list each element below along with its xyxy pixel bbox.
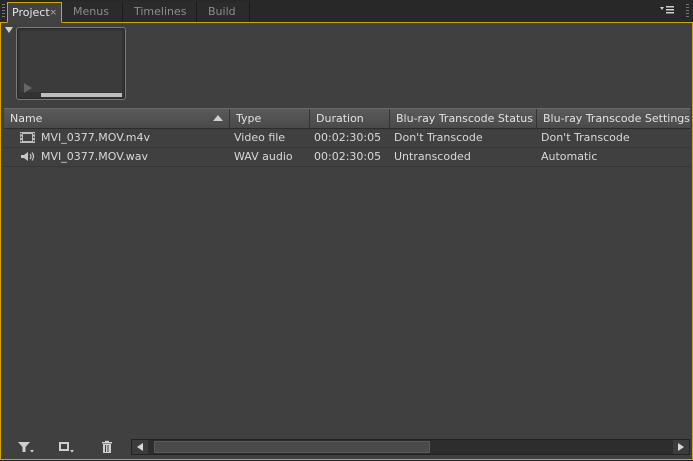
tab-timelines[interactable]: Timelines [123,2,197,22]
bottom-toolbar [1,436,692,458]
preview-scrub-bar[interactable] [41,93,122,97]
tab-build-label: Build [208,5,236,18]
panel-menu-icon[interactable] [659,4,675,16]
column-header-transcode-status[interactable]: Blu-ray Transcode Status [390,109,537,128]
column-header-transcode-settings-label: Blu-ray Transcode Settings [543,112,690,125]
panel-grip-handle-right[interactable] [686,4,689,18]
arrow-right-icon [678,443,684,451]
sort-ascending-icon [213,115,223,121]
panel-menu-glyph [660,6,674,14]
table-row[interactable]: MVI_0377.MOV.m4v Video file 00:02:30:05 … [4,128,690,148]
video-file-icon [20,132,35,143]
preview-screen [20,31,122,92]
column-header-transcode-settings[interactable]: Blu-ray Transcode Settings [537,109,690,128]
tab-menus-label: Menus [73,5,109,18]
tab-timelines-label: Timelines [134,5,187,18]
row-transcode-status: Untranscoded [394,150,471,163]
audio-file-icon [21,152,35,161]
filter-icon[interactable] [17,440,35,454]
column-header-transcode-status-label: Blu-ray Transcode Status [396,112,533,125]
close-icon[interactable]: × [49,3,57,23]
row-transcode-status: Don't Transcode [394,131,483,144]
row-type: WAV audio [234,150,293,163]
scroll-right-button[interactable] [673,440,689,454]
horizontal-scrollbar[interactable] [131,439,690,455]
column-header-name[interactable]: Name [4,109,230,128]
row-name: MVI_0377.MOV.wav [41,150,149,163]
row-transcode-settings: Don't Transcode [541,131,630,144]
row-duration: 00:02:30:05 [314,150,382,163]
table-row[interactable]: MVI_0377.MOV.wav WAV audio 00:02:30:05 U… [4,147,690,167]
table-header: Name Type Duration Blu-ray Transcode Sta… [4,108,690,129]
column-header-duration-label: Duration [316,112,364,125]
row-type: Video file [234,131,286,144]
arrow-left-icon [137,443,143,451]
preview-thumbnail[interactable] [16,27,126,100]
tab-menus[interactable]: Menus [62,2,123,22]
new-item-icon[interactable] [57,440,75,454]
column-header-duration[interactable]: Duration [310,109,390,128]
row-duration: 00:02:30:05 [314,131,382,144]
row-transcode-settings: Automatic [541,150,598,163]
tab-bar: Project × Menus Timelines Build [0,0,693,23]
column-header-name-label: Name [10,112,43,125]
play-icon[interactable] [24,83,32,93]
tab-project[interactable]: Project × [7,2,62,23]
project-panel-body: Name Type Duration Blu-ray Transcode Sta… [0,23,693,460]
tab-project-label: Project [12,6,50,19]
project-panel: Project × Menus Timelines Build Name Typ… [0,0,693,461]
disclosure-triangle-icon[interactable] [5,27,13,33]
column-header-type-label: Type [236,112,262,125]
scroll-left-button[interactable] [132,440,148,454]
panel-grip-handle[interactable] [2,4,5,18]
tab-build[interactable]: Build [197,2,250,22]
row-name: MVI_0377.MOV.m4v [41,131,151,144]
column-header-type[interactable]: Type [230,109,310,128]
scrollbar-thumb[interactable] [154,441,430,453]
trash-icon[interactable] [99,440,117,454]
